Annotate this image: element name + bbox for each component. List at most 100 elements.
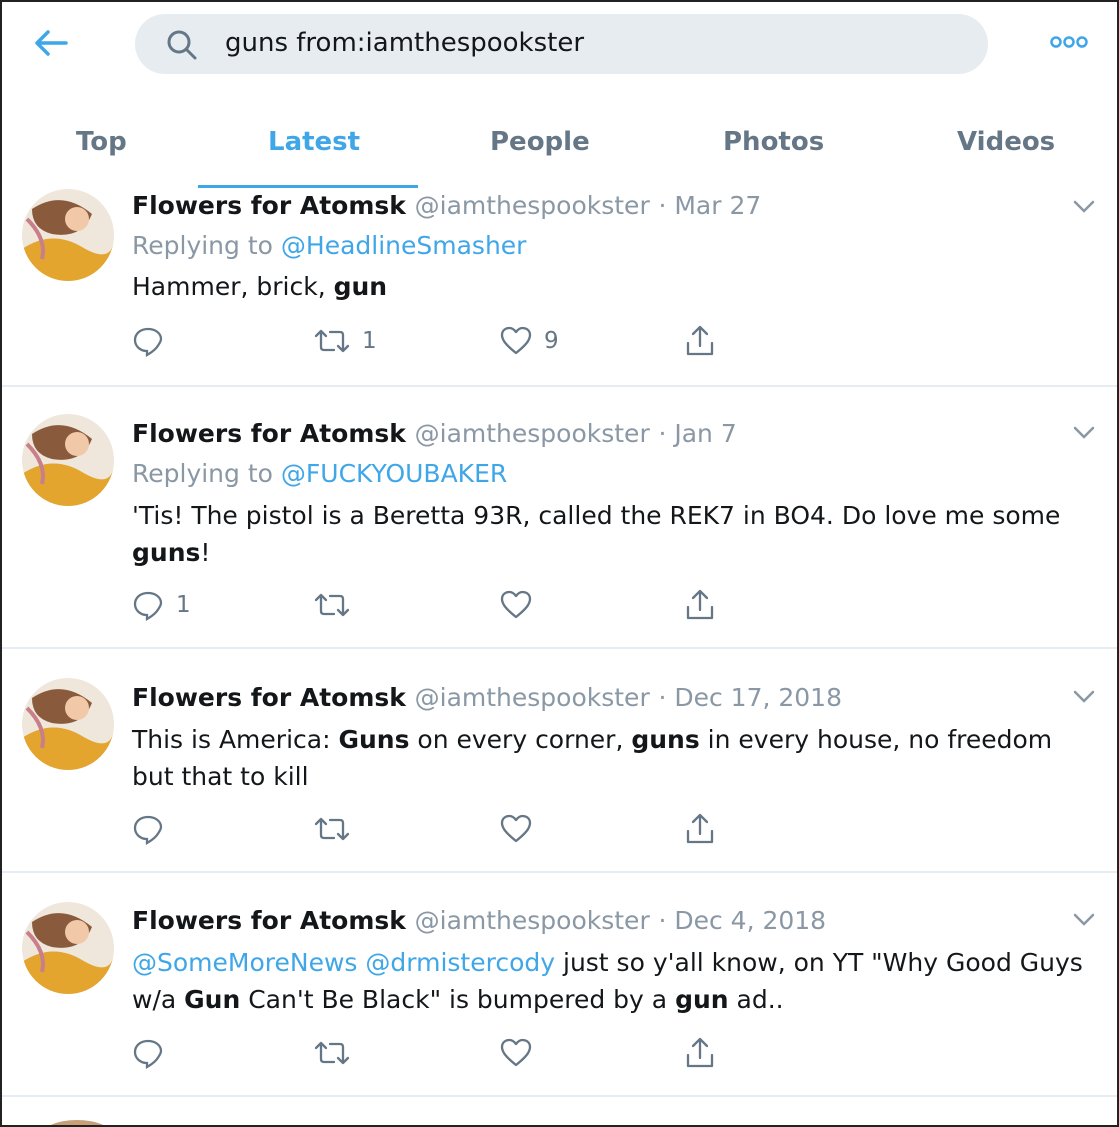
more-dots-icon[interactable] — [1048, 32, 1090, 52]
share-icon — [686, 813, 714, 844]
text-segment: Can't Be Black" is bumpered by a — [240, 985, 676, 1014]
retweet-icon — [314, 593, 350, 617]
reply-bubble-icon — [133, 591, 163, 621]
avatar[interactable] — [22, 189, 114, 281]
replying-prefix: Replying to — [132, 231, 273, 260]
tweet-author[interactable]: Flowers for Atomsk @iamthespookster · De… — [132, 906, 826, 935]
tab-people[interactable]: People — [490, 127, 590, 157]
highlighted-term: Gun — [184, 985, 241, 1014]
tab-latest[interactable]: Latest — [268, 127, 360, 157]
share-button[interactable] — [684, 323, 716, 359]
like-button[interactable]: 9 — [500, 323, 559, 359]
handle[interactable]: @iamthespookster — [415, 191, 650, 220]
share-button[interactable] — [684, 587, 716, 623]
tab-top[interactable]: Top — [76, 127, 127, 157]
tweet[interactable]: Flowers for Atomsk @iamthespookster · De… — [2, 875, 1117, 1097]
retweet-button[interactable] — [314, 811, 362, 847]
search-query[interactable]: guns from:iamthespookster — [225, 28, 584, 58]
avatar[interactable] — [22, 902, 114, 994]
mention-link[interactable]: @SomeMoreNews — [132, 948, 357, 977]
search-box[interactable]: guns from:iamthespookster — [135, 14, 988, 74]
retweet-count: 1 — [362, 328, 377, 354]
tweet-text: 'Tis! The pistol is a Beretta 93R, calle… — [132, 497, 1092, 571]
like-button[interactable] — [500, 587, 544, 623]
replying-to: Replying to @HeadlineSmasher — [132, 231, 526, 260]
mention-link[interactable]: @drmistercody — [365, 948, 555, 977]
reply-button[interactable] — [132, 811, 176, 847]
like-button[interactable] — [500, 1035, 544, 1071]
retweet-button[interactable]: 1 — [314, 323, 377, 359]
display-name[interactable]: Flowers for Atomsk — [132, 419, 406, 448]
reply-count: 1 — [176, 592, 191, 618]
reply-button[interactable] — [132, 1035, 176, 1071]
text-segment: This is America: — [132, 725, 339, 754]
retweet-icon — [314, 1041, 350, 1065]
tweet-author[interactable]: Flowers for Atomsk @iamthespookster · Ja… — [132, 419, 737, 448]
heart-icon — [500, 590, 532, 619]
tweet-text: This is America: Guns on every corner, g… — [132, 721, 1092, 795]
text-segment: Hammer, brick, — [132, 272, 334, 301]
display-name[interactable]: Flowers for Atomsk — [132, 683, 406, 712]
text-segment: on every corner, — [409, 725, 632, 754]
tweet-date[interactable]: · Jan 7 — [658, 419, 736, 448]
reply-button[interactable]: 1 — [132, 587, 191, 623]
tweet-date[interactable]: · Dec 4, 2018 — [658, 906, 826, 935]
tweet[interactable]: Flowers for Atomsk @iamthespookster · De… — [2, 651, 1117, 873]
like-button[interactable] — [500, 811, 544, 847]
tweet-text: @SomeMoreNews @drmistercody just so y'al… — [132, 944, 1092, 1018]
tweet-date[interactable]: · Mar 27 — [658, 191, 761, 220]
heart-icon — [500, 1038, 532, 1067]
avatar[interactable] — [42, 1120, 112, 1125]
search-icon — [165, 28, 199, 62]
tweet-text: Hammer, brick, gun — [132, 268, 1092, 305]
active-tab-indicator — [198, 185, 418, 188]
chevron-down-icon[interactable] — [1072, 199, 1096, 215]
like-count: 9 — [544, 328, 559, 354]
tweet[interactable]: Flowers for Atomsk @iamthespookster · Ja… — [2, 389, 1117, 649]
mention-link[interactable]: @HeadlineSmasher — [281, 231, 527, 260]
display-name[interactable]: Flowers for Atomsk — [132, 906, 406, 935]
app-frame: guns from:iamthespookster Top Latest Peo… — [0, 0, 1119, 1127]
highlighted-term: gun — [675, 985, 729, 1014]
retweet-button[interactable] — [314, 587, 362, 623]
avatar[interactable] — [22, 678, 114, 770]
heart-icon — [500, 326, 532, 355]
retweet-icon — [314, 329, 350, 353]
tweet-author[interactable]: Flowers for Atomsk @iamthespookster · De… — [132, 683, 842, 712]
search-tabs: Top Latest People Photos Videos — [2, 117, 1117, 189]
handle[interactable]: @iamthespookster — [415, 419, 650, 448]
retweet-icon — [314, 817, 350, 841]
chevron-down-icon[interactable] — [1072, 912, 1096, 928]
tweet-actions: 1 9 — [132, 323, 752, 359]
tweet-author[interactable]: Flowers for Atomsk @iamthespookster · Ma… — [132, 191, 761, 220]
highlighted-term: guns — [132, 538, 201, 567]
replying-to: Replying to @FUCKYOUBAKER — [132, 459, 507, 488]
share-icon — [686, 325, 714, 356]
tab-photos[interactable]: Photos — [723, 127, 824, 157]
handle[interactable]: @iamthespookster — [415, 683, 650, 712]
replying-prefix: Replying to — [132, 459, 273, 488]
mention-link[interactable]: @FUCKYOUBAKER — [281, 459, 507, 488]
tweet-actions — [132, 811, 752, 847]
tweet[interactable]: Flowers for Atomsk @iamthespookster · Ma… — [2, 189, 1117, 387]
reply-button[interactable] — [132, 323, 176, 359]
back-arrow-icon[interactable] — [32, 28, 70, 58]
reply-bubble-icon — [133, 327, 163, 357]
share-icon — [686, 1037, 714, 1068]
reply-bubble-icon — [133, 815, 163, 845]
share-button[interactable] — [684, 1035, 716, 1071]
highlighted-term: guns — [631, 725, 700, 754]
tweet-actions: 1 — [132, 587, 752, 623]
display-name[interactable]: Flowers for Atomsk — [132, 191, 406, 220]
chevron-down-icon[interactable] — [1072, 689, 1096, 705]
reply-bubble-icon — [133, 1039, 163, 1069]
chevron-down-icon[interactable] — [1072, 425, 1096, 441]
share-button[interactable] — [684, 811, 716, 847]
tab-videos[interactable]: Videos — [957, 127, 1055, 157]
tweet-actions — [132, 1035, 752, 1071]
text-segment: ad.. — [728, 985, 784, 1014]
avatar[interactable] — [22, 414, 114, 506]
tweet-date[interactable]: · Dec 17, 2018 — [658, 683, 842, 712]
handle[interactable]: @iamthespookster — [415, 906, 650, 935]
retweet-button[interactable] — [314, 1035, 362, 1071]
